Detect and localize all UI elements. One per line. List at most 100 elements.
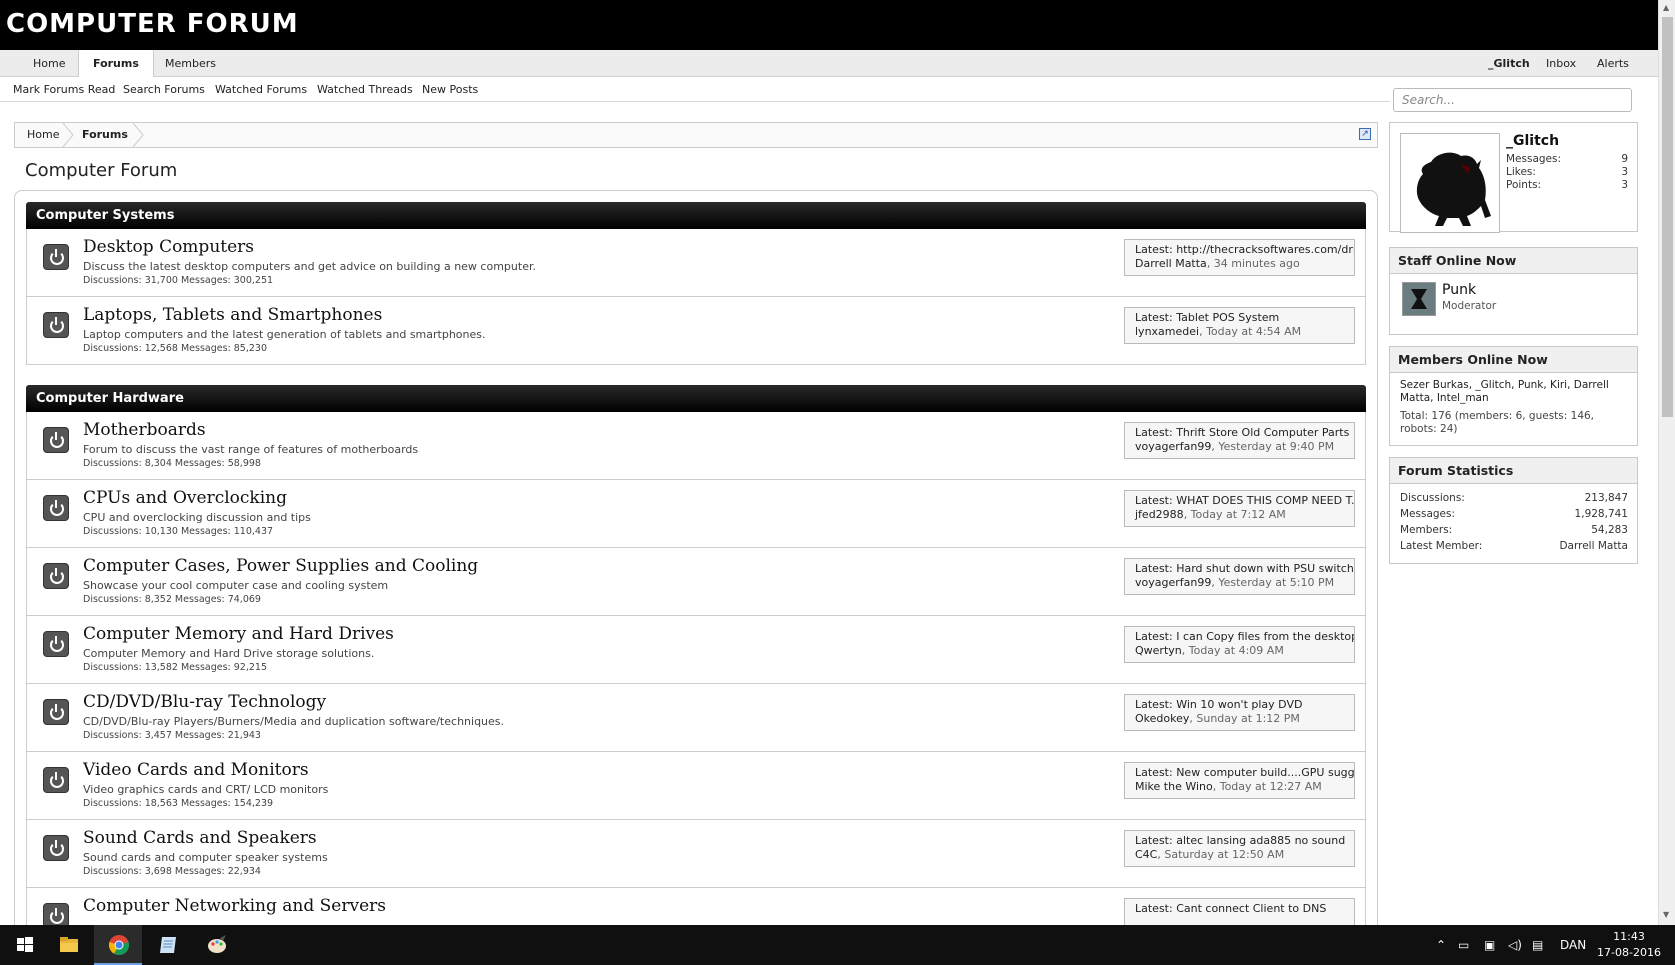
latest-user-link[interactable]: jfed2988 — [1135, 508, 1184, 521]
breadcrumb-home[interactable]: Home — [27, 123, 59, 147]
latest-prefix: Latest: — [1135, 494, 1173, 507]
account-link[interactable]: _Glitch — [1488, 50, 1530, 77]
tab-home[interactable]: Home — [33, 50, 65, 77]
latest-thread-link[interactable]: Thrift Store Old Computer Parts ... — [1176, 426, 1354, 439]
forum-title[interactable]: CPUs and Overclocking — [83, 488, 287, 508]
forum-read-icon[interactable] — [43, 835, 69, 861]
latest-user-link[interactable]: C4C — [1135, 848, 1157, 861]
latest-prefix: Latest: — [1135, 834, 1173, 847]
forum-title[interactable]: Computer Memory and Hard Drives — [83, 624, 394, 644]
latest-thread-link[interactable]: WHAT DOES THIS COMP NEED T... — [1176, 494, 1354, 507]
forum-title[interactable]: Video Cards and Monitors — [83, 760, 309, 780]
latest-time: , Yesterday at 9:40 PM — [1211, 440, 1335, 453]
latest-user-link[interactable]: Okedokey — [1135, 712, 1189, 725]
search-forums-link[interactable]: Search Forums — [123, 77, 205, 102]
latest-thread-link[interactable]: I can Copy files from the desktop... — [1176, 630, 1354, 643]
stat-label: Latest Member: — [1400, 540, 1483, 552]
forum-read-icon[interactable] — [43, 563, 69, 589]
forum-title[interactable]: Sound Cards and Speakers — [83, 828, 317, 848]
latest-user-link[interactable]: lynxamedei — [1135, 325, 1199, 338]
mark-forums-read-link[interactable]: Mark Forums Read — [13, 77, 115, 102]
taskbar-app[interactable] — [143, 925, 191, 965]
page-scrollbar[interactable]: ▲ ▼ — [1658, 0, 1675, 925]
tab-forums[interactable]: Forums — [78, 50, 154, 78]
latest-thread-link[interactable]: Win 10 won't play DVD — [1176, 698, 1302, 711]
paint-icon — [208, 935, 226, 953]
taskbar-app[interactable] — [192, 925, 240, 965]
site-logo[interactable]: COMPUTER FORUM — [6, 9, 299, 39]
tab-members[interactable]: Members — [165, 50, 216, 77]
forum-title[interactable]: Computer Cases, Power Supplies and Cooli… — [83, 556, 478, 576]
forum-row: Video Cards and Monitors Video graphics … — [26, 752, 1366, 820]
forum-title[interactable]: Laptops, Tablets and Smartphones — [83, 305, 382, 325]
network-icon[interactable]: ▣ — [1484, 925, 1495, 965]
latest-thread-link[interactable]: altec lansing ada885 no sound — [1176, 834, 1345, 847]
latest-user-link[interactable]: Darrell Matta — [1135, 257, 1207, 270]
watched-forums-link[interactable]: Watched Forums — [215, 77, 307, 102]
forum-read-icon[interactable] — [43, 427, 69, 453]
forum-description: Laptop computers and the latest generati… — [83, 328, 486, 341]
stat-value[interactable]: 3 — [1621, 166, 1628, 178]
forum-stats: Discussions: 12,568 Messages: 85,230 — [83, 343, 267, 354]
scroll-down-icon[interactable]: ▼ — [1663, 910, 1669, 919]
forum-read-icon[interactable] — [43, 699, 69, 725]
forum-read-icon[interactable] — [43, 495, 69, 521]
staff-username[interactable]: Punk — [1442, 282, 1476, 298]
stat-value[interactable]: 3 — [1621, 179, 1628, 191]
latest-thread-link[interactable]: Cant connect Client to DNS — [1176, 902, 1326, 915]
forum-read-icon[interactable] — [43, 631, 69, 657]
new-posts-link[interactable]: New Posts — [422, 77, 478, 102]
forum-read-icon[interactable] — [43, 312, 69, 338]
avatar[interactable] — [1402, 282, 1436, 316]
system-clock[interactable]: 11:43 17-08-2016 — [1591, 929, 1667, 961]
members-online-list[interactable]: Sezer Burkas, _Glitch, Punk, Kiri, Darre… — [1400, 379, 1628, 405]
watched-threads-link[interactable]: Watched Threads — [317, 77, 413, 102]
show-hidden-icons-icon[interactable]: ⌃ — [1436, 925, 1446, 965]
visitor-messages-stat: Messages: 9 — [1506, 153, 1628, 165]
latest-thread-link[interactable]: Tablet POS System — [1176, 311, 1279, 324]
latest-post-box: Latest: Win 10 won't play DVD Okedokey, … — [1124, 694, 1355, 731]
search-input[interactable]: Search... — [1393, 88, 1632, 112]
latest-member-link[interactable]: Darrell Matta — [1559, 540, 1628, 552]
stat-row: Members: 54,283 — [1400, 524, 1628, 536]
volume-icon[interactable]: ◁) — [1508, 925, 1522, 965]
breadcrumb-separator — [132, 123, 144, 147]
forum-read-icon[interactable] — [43, 767, 69, 793]
scrollbar-thumb[interactable] — [1662, 17, 1673, 417]
forum-read-icon[interactable] — [43, 244, 69, 270]
latest-thread-link[interactable]: New computer build....GPU sugges... — [1176, 766, 1354, 779]
latest-post-box: Latest: WHAT DOES THIS COMP NEED T... jf… — [1124, 490, 1355, 527]
latest-user-link[interactable]: Qwertyn — [1135, 644, 1182, 657]
forum-stats: Discussions: 13,582 Messages: 92,215 — [83, 662, 267, 673]
usb-icon[interactable]: ▭ — [1458, 925, 1469, 965]
latest-post-box: Latest: Hard shut down with PSU switch. … — [1124, 558, 1355, 595]
breadcrumb-popup-icon[interactable]: ↗ — [1359, 128, 1371, 140]
visitor-username[interactable]: _Glitch — [1506, 133, 1559, 149]
members-online-total: Total: 176 (members: 6, guests: 146, rob… — [1400, 410, 1595, 435]
language-indicator[interactable]: DAN — [1560, 925, 1586, 965]
scroll-up-icon[interactable]: ▲ — [1663, 3, 1669, 12]
forum-row: Computer Cases, Power Supplies and Cooli… — [26, 548, 1366, 616]
forum-title[interactable]: Computer Networking and Servers — [83, 896, 386, 916]
taskbar-explorer[interactable] — [44, 925, 92, 965]
forum-title[interactable]: Motherboards — [83, 420, 206, 440]
category-header[interactable]: Computer Systems — [26, 202, 1366, 229]
action-center-icon[interactable]: ▤ — [1532, 925, 1543, 965]
latest-user-link[interactable]: voyagerfan99 — [1135, 440, 1211, 453]
breadcrumb-forums[interactable]: Forums — [82, 123, 128, 147]
stat-value[interactable]: 9 — [1621, 153, 1628, 165]
latest-user-link[interactable]: voyagerfan99 — [1135, 576, 1211, 589]
start-button[interactable] — [0, 925, 48, 965]
inbox-link[interactable]: Inbox — [1546, 50, 1576, 77]
forum-title[interactable]: CD/DVD/Blu-ray Technology — [83, 692, 326, 712]
latest-thread-link[interactable]: Hard shut down with PSU switch. ... — [1176, 562, 1354, 575]
staff-online-panel: Staff Online Now Punk Moderator — [1389, 247, 1638, 335]
alerts-link[interactable]: Alerts — [1597, 50, 1629, 77]
taskbar-chrome[interactable] — [94, 925, 142, 965]
forum-title[interactable]: Desktop Computers — [83, 237, 254, 257]
latest-thread-link[interactable]: http://thecracksoftwares.com/dri... — [1176, 243, 1354, 256]
latest-user-link[interactable]: Mike the Wino — [1135, 780, 1213, 793]
category-header[interactable]: Computer Hardware — [26, 385, 1366, 412]
avatar[interactable] — [1400, 133, 1500, 233]
forum-row: Motherboards Forum to discuss the vast r… — [26, 412, 1366, 480]
